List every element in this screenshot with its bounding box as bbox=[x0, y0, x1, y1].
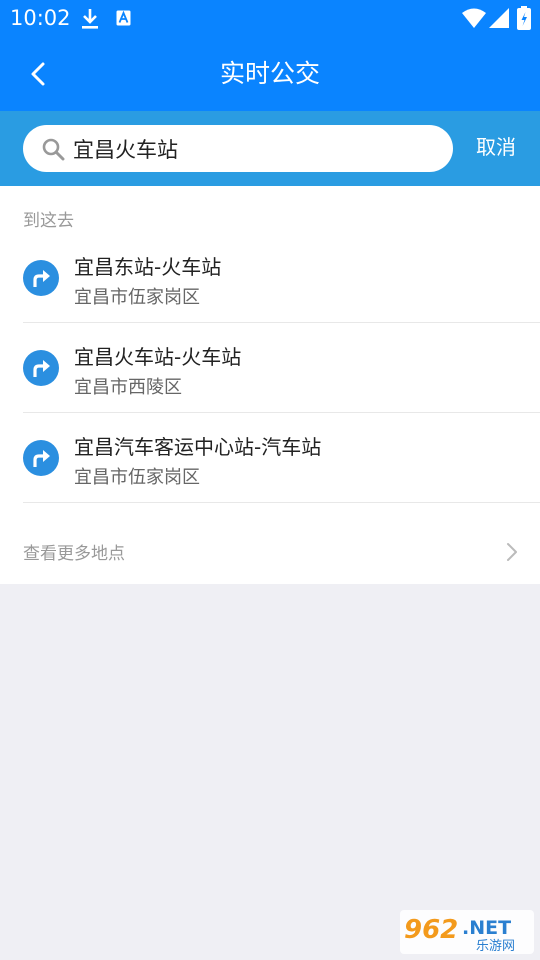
list-item[interactable]: 宜昌火车站-火车站 宜昌市西陵区 bbox=[0, 323, 540, 413]
route-direction-icon bbox=[23, 350, 59, 386]
watermark-logo: 962 .NET 乐游网 bbox=[400, 910, 534, 954]
back-arrow-icon[interactable] bbox=[24, 59, 54, 89]
more-places-row[interactable]: 查看更多地点 bbox=[0, 520, 540, 584]
app-bar: 实时公交 bbox=[0, 37, 540, 111]
search-box[interactable] bbox=[23, 125, 453, 172]
cancel-button[interactable]: 取消 bbox=[465, 111, 527, 186]
result-district: 宜昌市西陵区 bbox=[74, 377, 182, 398]
list-item[interactable]: 宜昌汽车客运中心站-汽车站 宜昌市伍家岗区 bbox=[0, 413, 540, 503]
list-item[interactable]: 宜昌东站-火车站 宜昌市伍家岗区 bbox=[0, 233, 540, 323]
status-bar: 10:02 bbox=[0, 0, 540, 37]
search-input[interactable] bbox=[73, 125, 433, 172]
watermark-suffix: .NET bbox=[462, 917, 511, 939]
results-panel: 到这去 宜昌东站-火车站 宜昌市伍家岗区 宜昌火车站-火车站 宜昌市西陵区 宜昌… bbox=[0, 186, 540, 584]
route-direction-icon bbox=[23, 440, 59, 476]
result-district: 宜昌市伍家岗区 bbox=[74, 467, 200, 488]
chevron-right-icon bbox=[507, 543, 517, 561]
result-name: 宜昌汽车客运中心站-汽车站 bbox=[74, 435, 322, 459]
route-direction-icon bbox=[23, 260, 59, 296]
search-icon bbox=[42, 138, 65, 161]
search-bar: 取消 bbox=[0, 111, 540, 186]
divider bbox=[23, 502, 540, 503]
result-name: 宜昌火车站-火车站 bbox=[74, 345, 242, 369]
watermark-subtitle: 乐游网 bbox=[476, 939, 515, 954]
section-label: 到这去 bbox=[23, 211, 74, 231]
wifi-icon bbox=[462, 8, 486, 28]
watermark-number: 962 bbox=[404, 915, 458, 945]
more-places-label: 查看更多地点 bbox=[23, 544, 125, 564]
a-notification-icon bbox=[116, 10, 131, 26]
page-title: 实时公交 bbox=[219, 59, 320, 88]
status-time: 10:02 bbox=[10, 6, 71, 30]
battery-icon bbox=[517, 6, 531, 30]
result-name: 宜昌东站-火车站 bbox=[74, 255, 222, 279]
signal-icon bbox=[489, 8, 509, 28]
download-icon bbox=[82, 9, 98, 29]
result-district: 宜昌市伍家岗区 bbox=[74, 287, 200, 308]
